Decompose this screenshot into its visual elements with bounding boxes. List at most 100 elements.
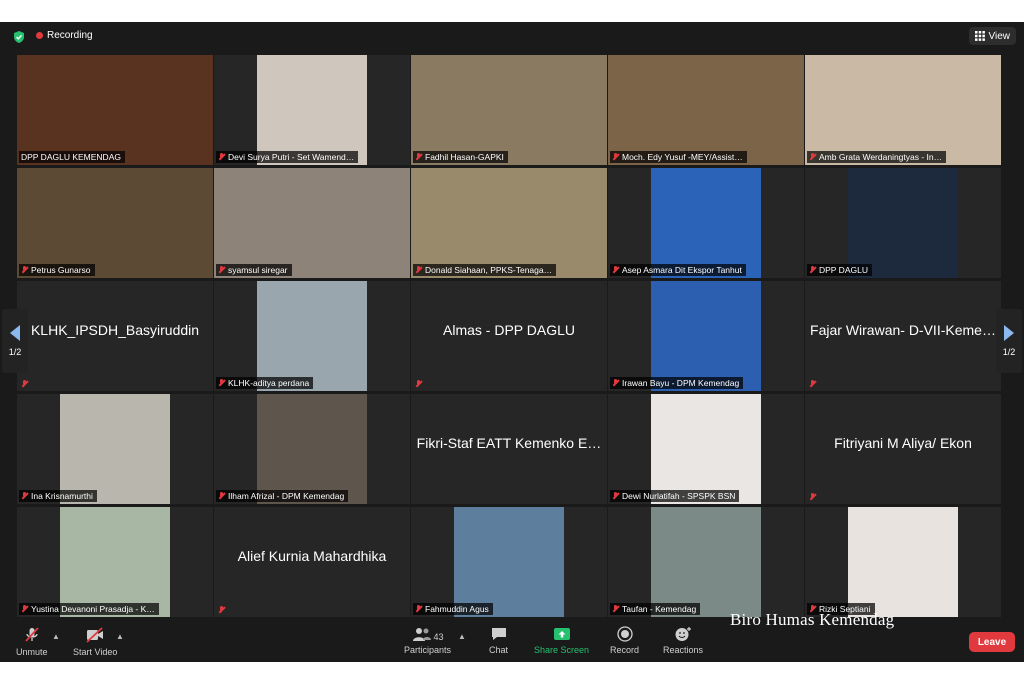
record-button[interactable]: Record xyxy=(610,626,639,655)
muted-mic-icon xyxy=(218,492,225,500)
participant-name-label: syamsul siregar xyxy=(216,264,292,276)
participant-name-label: Ilham Afrizal - DPM Kemendag xyxy=(216,490,349,502)
previous-page-button[interactable]: 1/2 xyxy=(2,309,28,373)
chat-button[interactable]: Chat xyxy=(489,626,508,655)
participant-name: KLHK-aditya perdana xyxy=(228,378,310,388)
muted-mic-icon xyxy=(612,153,619,161)
participant-video xyxy=(651,394,761,504)
participant-tile[interactable]: Ilham Afrizal - DPM Kemendag xyxy=(214,394,410,504)
participant-tile[interactable]: Amb Grata Werdaningtyas - In… xyxy=(805,55,1001,165)
participant-name-label xyxy=(216,605,229,615)
participants-button[interactable]: 43 Participants xyxy=(404,626,451,655)
participant-tile[interactable]: Fahmuddin Agus xyxy=(411,507,607,617)
grid-icon xyxy=(974,31,985,41)
participant-tile[interactable]: Devi Surya Putri - Set Wamend… xyxy=(214,55,410,165)
participant-name: Ina Krisnamurthi xyxy=(31,491,93,501)
participant-tile[interactable]: DPP DAGLU KEMENDAG xyxy=(17,55,213,165)
participant-name-label: Fahmuddin Agus xyxy=(413,603,493,615)
participant-name: Irawan Bayu - DPM Kemendag xyxy=(622,378,740,388)
participant-name: DPP DAGLU KEMENDAG xyxy=(21,152,121,162)
participant-tile[interactable]: Fajar Wirawan- D-VII-Keme… xyxy=(805,281,1001,391)
participant-name: Donald Siahaan, PPKS-Tenaga… xyxy=(425,265,553,275)
shield-check-icon[interactable] xyxy=(12,30,26,44)
record-icon xyxy=(616,626,633,642)
participant-name: Amb Grata Werdaningtyas - In… xyxy=(819,152,943,162)
muted-mic-icon xyxy=(218,266,225,274)
participant-tile[interactable]: syamsul siregar xyxy=(214,168,410,278)
participant-name-label: Devi Surya Putri - Set Wamend… xyxy=(216,151,359,163)
chat-icon xyxy=(491,628,506,640)
participant-tile[interactable]: KLHK_IPSDH_Basyiruddin xyxy=(17,281,213,391)
muted-mic-icon xyxy=(415,605,422,613)
participant-tile[interactable]: KLHK-aditya perdana xyxy=(214,281,410,391)
participant-tile[interactable]: Asep Asmara Dit Ekspor Tanhut xyxy=(608,168,804,278)
participant-name-label: Amb Grata Werdaningtyas - In… xyxy=(807,151,947,163)
start-video-label: Start Video xyxy=(73,647,118,657)
participant-name-label xyxy=(19,379,32,389)
reactions-button[interactable]: Reactions xyxy=(663,626,703,655)
participant-video xyxy=(411,168,607,278)
participant-tile[interactable]: Petrus Gunarso xyxy=(17,168,213,278)
participant-tile[interactable]: Fadhil Hasan-GAPKI xyxy=(411,55,607,165)
view-button[interactable]: View xyxy=(968,27,1016,45)
leave-button[interactable]: Leave xyxy=(969,632,1015,652)
participant-name-label: Fadhil Hasan-GAPKI xyxy=(413,151,508,163)
participant-tile[interactable]: Donald Siahaan, PPKS-Tenaga… xyxy=(411,168,607,278)
participant-tile[interactable]: Taufan - Kemendag xyxy=(608,507,804,617)
page-indicator-right: 1/2 xyxy=(1002,347,1016,357)
view-label: View xyxy=(988,30,1011,42)
participant-name-label: Moch. Edy Yusuf -MEY/Assist… xyxy=(610,151,747,163)
arrow-right-icon xyxy=(1004,325,1014,341)
audio-options-chevron-icon[interactable]: ▲ xyxy=(52,632,60,641)
participant-tile[interactable]: Moch. Edy Yusuf -MEY/Assist… xyxy=(608,55,804,165)
participant-name: Taufan - Kemendag xyxy=(622,604,697,614)
recording-label: Recording xyxy=(47,30,93,41)
muted-mic-icon xyxy=(21,492,28,500)
participants-label: Participants xyxy=(404,645,452,655)
zoom-window: Recording View DPP DAGLU KEMENDAG Devi Su… xyxy=(0,22,1024,662)
start-video-button[interactable]: Start Video xyxy=(73,626,117,657)
participant-video xyxy=(651,507,761,617)
next-page-button[interactable]: 1/2 xyxy=(996,309,1022,373)
arrow-left-icon xyxy=(10,325,20,341)
participant-name: Yustina Devanoni Prasadja - K… xyxy=(31,604,155,614)
participant-video xyxy=(651,281,761,391)
participant-name-label: DPP DAGLU xyxy=(807,264,872,276)
page-indicator-left: 1/2 xyxy=(8,347,22,357)
chat-label: Chat xyxy=(489,645,509,655)
participant-tile[interactable]: Yustina Devanoni Prasadja - K… xyxy=(17,507,213,617)
participant-tile[interactable]: DPP DAGLU xyxy=(805,168,1001,278)
muted-mic-icon xyxy=(21,380,28,388)
unmute-button[interactable]: Unmute xyxy=(16,626,48,657)
share-screen-button[interactable]: Share Screen xyxy=(534,626,589,655)
video-off-icon xyxy=(86,627,104,643)
participant-display-name: Fitriyani M Aliya/ Ekon xyxy=(834,435,972,451)
participant-tile[interactable]: Rizki Septiani xyxy=(805,507,1001,617)
participants-options-chevron-icon[interactable]: ▲ xyxy=(458,632,466,641)
participant-name-label xyxy=(413,379,426,389)
participant-name: Moch. Edy Yusuf -MEY/Assist… xyxy=(622,152,743,162)
reactions-label: Reactions xyxy=(663,645,704,655)
muted-mic-icon xyxy=(218,606,225,614)
participant-tile[interactable]: Irawan Bayu - DPM Kemendag xyxy=(608,281,804,391)
participant-name: Fahmuddin Agus xyxy=(425,604,489,614)
video-options-chevron-icon[interactable]: ▲ xyxy=(116,632,124,641)
participants-count: 43 xyxy=(433,632,444,642)
participant-tile[interactable]: Fikri-Staf EATT Kemenko E… xyxy=(411,394,607,504)
participant-name: DPP DAGLU xyxy=(819,265,868,275)
participant-name-label: Irawan Bayu - DPM Kemendag xyxy=(610,377,744,389)
participant-display-name: Fikri-Staf EATT Kemenko E… xyxy=(416,435,602,451)
reactions-smiley-icon xyxy=(675,627,692,641)
participant-tile[interactable]: Alief Kurnia Mahardhika xyxy=(214,507,410,617)
participant-tile[interactable]: Fitriyani M Aliya/ Ekon xyxy=(805,394,1001,504)
participants-icon xyxy=(412,628,431,641)
record-label: Record xyxy=(610,645,640,655)
participant-video xyxy=(214,168,410,278)
participant-video xyxy=(848,168,958,278)
participant-tile[interactable]: Dewi Nurlatifah - SPSPK BSN xyxy=(608,394,804,504)
muted-mic-icon xyxy=(25,627,39,642)
participant-tile[interactable]: Almas - DPP DAGLU xyxy=(411,281,607,391)
participant-video xyxy=(257,394,367,504)
participant-tile[interactable]: Ina Krisnamurthi xyxy=(17,394,213,504)
muted-mic-icon xyxy=(21,605,28,613)
